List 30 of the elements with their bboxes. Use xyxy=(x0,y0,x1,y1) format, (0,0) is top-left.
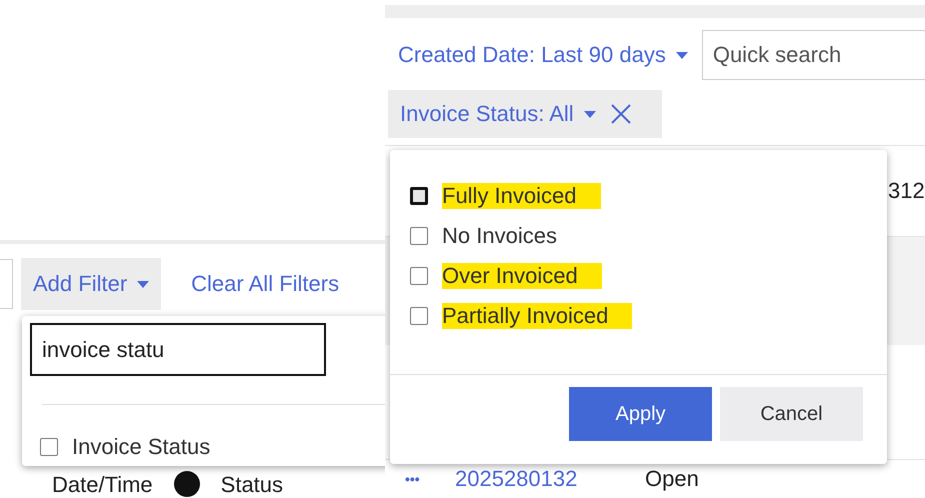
input-field[interactable] xyxy=(0,259,13,309)
invoice-status-filter[interactable]: Invoice Status: All xyxy=(400,101,596,127)
apply-button[interactable]: Apply xyxy=(569,387,712,441)
caret-icon xyxy=(676,52,688,58)
checkbox[interactable] xyxy=(410,227,428,245)
clear-all-filters-link[interactable]: Clear All Filters xyxy=(191,271,340,297)
table-cell: 312 xyxy=(888,178,925,204)
caret-icon xyxy=(584,110,596,118)
option-label: Over Invoiced xyxy=(442,263,602,289)
more-actions-link[interactable]: ••• xyxy=(385,471,455,487)
checkbox[interactable] xyxy=(410,267,428,285)
circle-icon xyxy=(172,470,201,498)
table-cell-text: Open xyxy=(645,466,700,492)
order-number-link[interactable]: 2025280132 xyxy=(455,466,645,492)
option-label: Invoice Status xyxy=(72,434,210,460)
close-icon[interactable] xyxy=(610,103,632,125)
caret-icon xyxy=(137,280,150,288)
cancel-button[interactable]: Cancel xyxy=(720,387,863,441)
add-filter-button[interactable]: Add Filter xyxy=(21,258,162,310)
column-header: Status xyxy=(220,472,284,498)
option-label: Fully Invoiced xyxy=(442,183,601,209)
quick-search-field[interactable]: Quick search xyxy=(702,30,925,80)
option-label: Partially Invoiced xyxy=(442,303,632,329)
search-field[interactable]: invoice statu xyxy=(30,323,326,376)
column-header: Date/Time xyxy=(52,472,153,498)
checkbox[interactable] xyxy=(40,438,58,456)
checkbox[interactable] xyxy=(410,187,428,205)
created-date-filter[interactable]: Created Date: Last 90 days xyxy=(398,42,688,68)
checkbox[interactable] xyxy=(410,307,428,325)
option-label: No Invoices xyxy=(442,223,557,249)
